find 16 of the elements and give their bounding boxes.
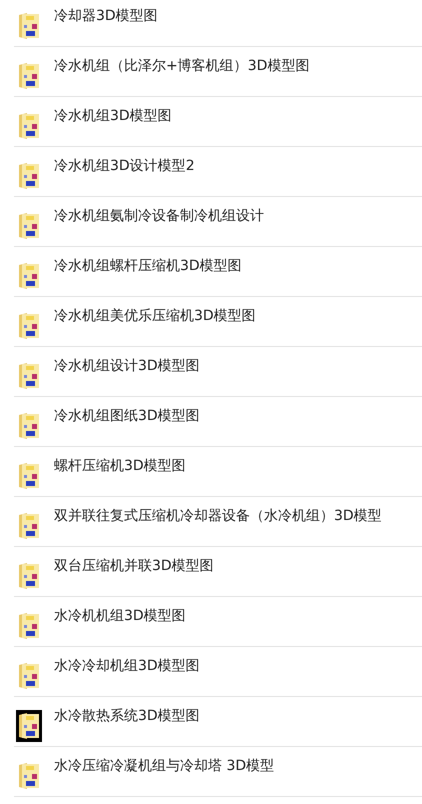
- file-name[interactable]: 冷水机组（比泽尔+博客机组）3D模型图: [54, 57, 310, 75]
- file-name[interactable]: 水冷散热系统3D模型图: [54, 707, 200, 725]
- file-name[interactable]: 冷水机组3D模型图: [54, 107, 172, 125]
- file-name[interactable]: 水冷冷却机组3D模型图: [54, 657, 200, 675]
- file-name[interactable]: 冷水机组氨制冷设备制冷机组设计: [54, 207, 264, 225]
- file-name[interactable]: 冷水机组美优乐压缩机3D模型图: [54, 307, 256, 325]
- file-name[interactable]: 冷水机组设计3D模型图: [54, 357, 200, 375]
- file-name[interactable]: 冷水机组3D设计模型2: [54, 157, 195, 175]
- file-name[interactable]: 水冷压缩冷凝机组与冷却塔 3D模型: [54, 757, 274, 775]
- file-name[interactable]: 螺杆压缩机3D模型图: [54, 457, 186, 475]
- file-name[interactable]: 冷水机组图纸3D模型图: [54, 407, 200, 425]
- file-name[interactable]: 冷却器3D模型图: [54, 7, 158, 25]
- file-name[interactable]: 双台压缩机并联3D模型图: [54, 557, 214, 575]
- file-name[interactable]: 冷水机组螺杆压缩机3D模型图: [54, 257, 242, 275]
- file-name[interactable]: 双并联往复式压缩机冷却器设备（水冷机组）3D模型: [54, 507, 382, 525]
- file-name[interactable]: 水冷机机组3D模型图: [54, 607, 186, 625]
